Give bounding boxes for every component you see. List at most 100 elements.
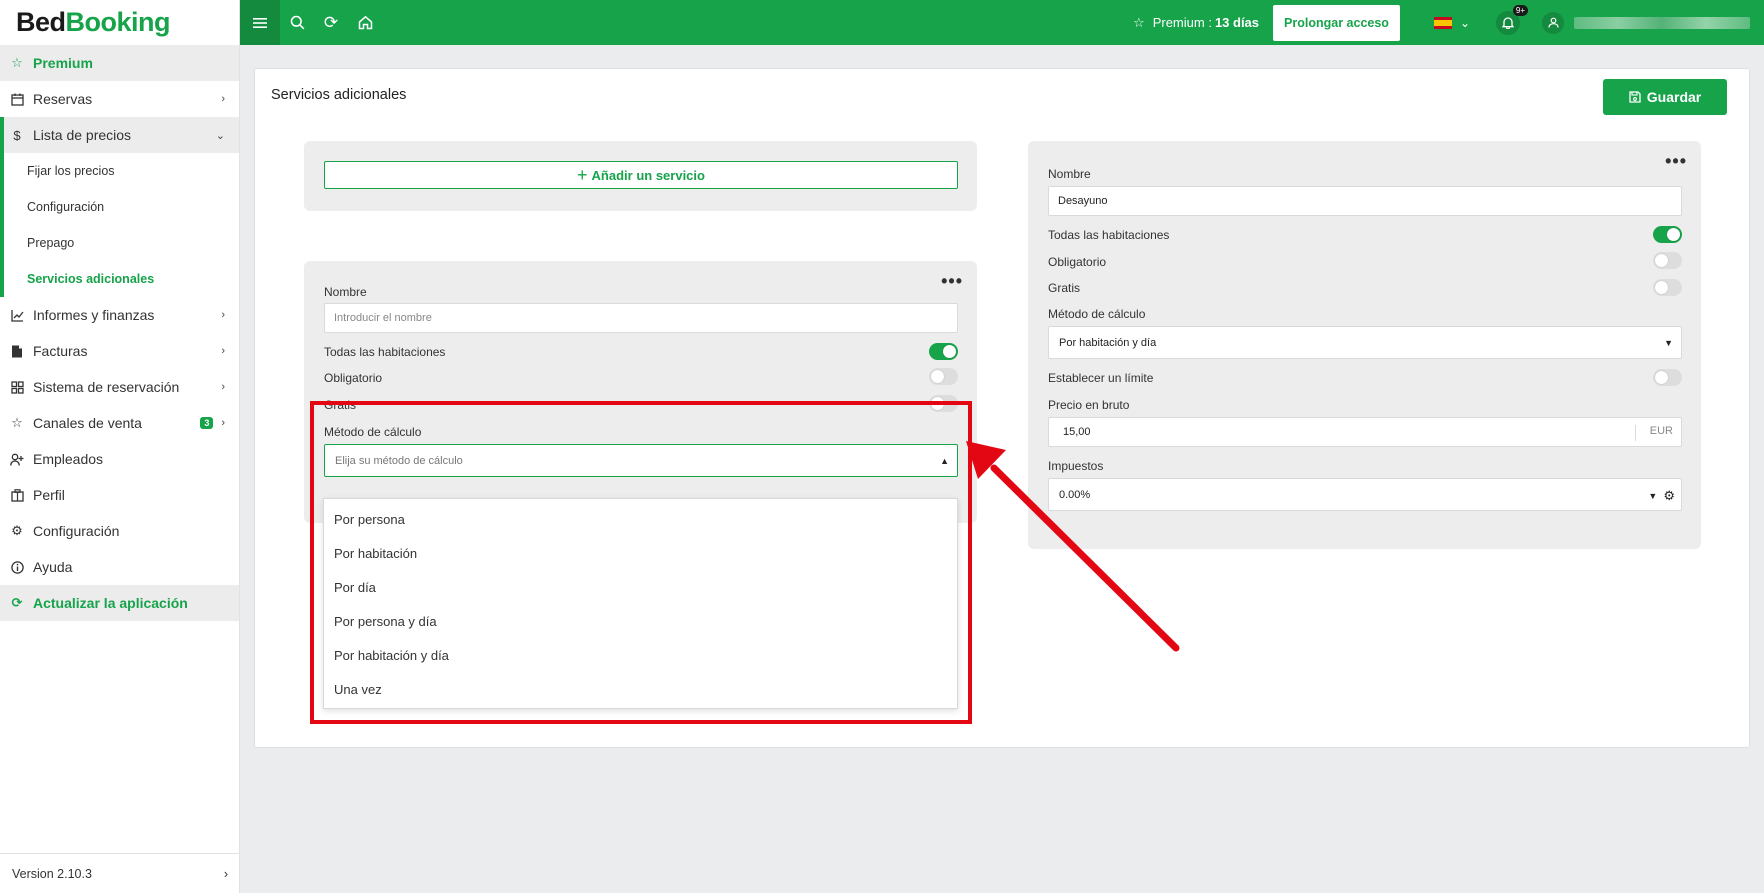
- topbar: ⟳ ☆ Premium : 13 días Prolongar acceso ⌄…: [240, 0, 1764, 45]
- hamburger-menu-button[interactable]: [240, 0, 280, 45]
- calculation-method-label: Método de cálculo: [1048, 307, 1146, 321]
- calendar-icon: [10, 92, 24, 106]
- sidebar: Bed Booking ☆ Premium Reservas › $ Lista …: [0, 0, 240, 893]
- mandatory-toggle[interactable]: [929, 368, 958, 385]
- sidebar-item-configuracion[interactable]: ⚙ Configuración: [0, 513, 239, 549]
- building-icon: [10, 488, 24, 502]
- all-rooms-toggle[interactable]: [929, 343, 958, 360]
- notifications-button[interactable]: 9+: [1496, 4, 1528, 35]
- calculation-method-label: Método de cálculo: [324, 425, 422, 439]
- sidebar-subitem-fijar-precios[interactable]: Fijar los precios: [4, 153, 239, 189]
- gear-icon[interactable]: ⚙: [1663, 488, 1675, 504]
- gear-icon: ⚙: [11, 523, 23, 538]
- option-por-habitacion-y-dia[interactable]: Por habitación y día: [324, 638, 957, 672]
- bell-icon: [1502, 17, 1514, 29]
- version-footer[interactable]: Version 2.10.3 ›: [0, 853, 240, 893]
- save-button[interactable]: Guardar: [1603, 79, 1727, 115]
- calculation-method-dropdown: Por persona Por habitación Por día Por p…: [323, 498, 958, 709]
- caret-up-icon: ▲: [940, 455, 949, 466]
- sidebar-item-sistema-reservacion[interactable]: Sistema de reservación ›: [0, 369, 239, 405]
- all-rooms-toggle[interactable]: [1653, 226, 1682, 243]
- sidebar-item-canales-venta[interactable]: ☆ Canales de venta 3 ›: [0, 405, 239, 441]
- spain-flag-icon[interactable]: [1433, 16, 1452, 29]
- mandatory-label: Obligatorio: [324, 371, 383, 385]
- option-una-vez[interactable]: Una vez: [324, 672, 957, 706]
- mandatory-label: Obligatorio: [1048, 255, 1107, 269]
- name-label: Nombre: [324, 285, 367, 299]
- info-icon: [10, 560, 24, 574]
- tax-select[interactable]: 0.00% ▼ ⚙: [1048, 478, 1682, 511]
- search-icon: [290, 15, 304, 30]
- add-service-button[interactable]: + Añadir un servicio: [324, 161, 958, 189]
- mandatory-toggle[interactable]: [1653, 252, 1682, 269]
- existing-service-form: ••• Nombre Todas las habitaciones Obliga…: [1028, 141, 1701, 549]
- chart-icon: [10, 308, 24, 322]
- prolong-access-button[interactable]: Prolongar acceso: [1273, 4, 1400, 41]
- home-button[interactable]: [348, 0, 382, 45]
- option-por-habitacion[interactable]: Por habitación: [324, 536, 957, 570]
- premium-status: ☆ Premium : 13 días: [1133, 14, 1260, 31]
- caret-down-icon: ▼: [1648, 491, 1658, 501]
- refresh-icon: ⟳: [11, 595, 23, 610]
- add-service-panel: + Añadir un servicio: [304, 141, 977, 211]
- name-label: Nombre: [1048, 167, 1091, 181]
- option-por-persona-y-dia[interactable]: Por persona y día: [324, 604, 957, 638]
- sidebar-item-lista-de-precios[interactable]: $ Lista de precios ⌄: [0, 117, 239, 153]
- channels-count-badge: 3: [200, 417, 214, 429]
- sidebar-item-empleados[interactable]: Empleados: [0, 441, 239, 477]
- service-name-input[interactable]: [324, 303, 958, 333]
- option-por-dia[interactable]: Por día: [324, 570, 957, 604]
- user-avatar-icon[interactable]: [1542, 11, 1564, 34]
- chevron-right-icon: ›: [221, 381, 225, 393]
- free-toggle[interactable]: [1653, 279, 1682, 296]
- sidebar-subitem-configuracion[interactable]: Configuración: [4, 189, 239, 225]
- calculation-method-select[interactable]: Elija su método de cálculo ▲: [324, 444, 958, 477]
- option-por-persona[interactable]: Por persona: [324, 502, 957, 536]
- home-icon: [358, 15, 372, 30]
- chevron-right-icon: ›: [221, 93, 225, 105]
- sidebar-item-premium[interactable]: ☆ Premium: [0, 45, 239, 81]
- sidebar-subitem-prepago[interactable]: Prepago: [4, 225, 239, 261]
- user-plus-icon: [10, 452, 24, 466]
- limit-label: Establecer un límite: [1048, 371, 1154, 385]
- chevron-right-icon: ›: [221, 309, 225, 321]
- page-title: Servicios adicionales: [271, 87, 407, 103]
- star-icon: ☆: [1133, 14, 1145, 30]
- star-icon: ☆: [11, 415, 23, 430]
- invoice-icon: [10, 344, 24, 358]
- bedbooking-logo[interactable]: Bed Booking: [0, 0, 239, 45]
- sidebar-item-informes[interactable]: Informes y finanzas ›: [0, 297, 239, 333]
- chevron-down-icon: ⌄: [215, 129, 225, 142]
- free-label: Gratis: [1048, 281, 1081, 295]
- gross-price-input[interactable]: 15,00 EUR: [1048, 417, 1682, 447]
- sidebar-item-ayuda[interactable]: Ayuda: [0, 549, 239, 585]
- chevron-right-icon: ›: [221, 345, 225, 357]
- chevron-down-icon[interactable]: ⌄: [1460, 16, 1470, 30]
- sidebar-subitem-servicios-adicionales[interactable]: Servicios adicionales: [4, 261, 239, 297]
- sidebar-item-facturas[interactable]: Facturas ›: [0, 333, 239, 369]
- new-service-form: ••• Nombre Todas las habitaciones Obliga…: [304, 261, 977, 523]
- search-button[interactable]: [280, 0, 314, 45]
- free-toggle[interactable]: [929, 395, 958, 412]
- more-options-icon[interactable]: •••: [941, 271, 963, 292]
- sidebar-item-actualizar[interactable]: ⟳ Actualizar la aplicación: [0, 585, 239, 621]
- free-label: Gratis: [324, 398, 357, 412]
- grid-icon: [10, 380, 24, 394]
- caret-down-icon: ▼: [1664, 337, 1673, 348]
- star-icon: ☆: [11, 55, 23, 70]
- all-rooms-label: Todas las habitaciones: [1048, 228, 1170, 242]
- more-options-icon[interactable]: •••: [1665, 151, 1687, 172]
- currency-suffix: EUR: [1634, 425, 1673, 441]
- sidebar-item-perfil[interactable]: Perfil: [0, 477, 239, 513]
- user-name-blurred[interactable]: [1574, 16, 1750, 29]
- all-rooms-label: Todas las habitaciones: [324, 345, 446, 359]
- floppy-disk-icon: [1629, 91, 1641, 103]
- calculation-method-select[interactable]: Por habitación y día ▼: [1048, 326, 1682, 359]
- sidebar-item-reservas[interactable]: Reservas ›: [0, 81, 239, 117]
- gross-price-label: Precio en bruto: [1048, 398, 1130, 412]
- chevron-right-icon: ›: [223, 866, 228, 881]
- refresh-button[interactable]: ⟳: [314, 0, 348, 45]
- service-name-input[interactable]: [1048, 186, 1682, 216]
- hamburger-icon: [253, 17, 267, 28]
- limit-toggle[interactable]: [1653, 369, 1682, 386]
